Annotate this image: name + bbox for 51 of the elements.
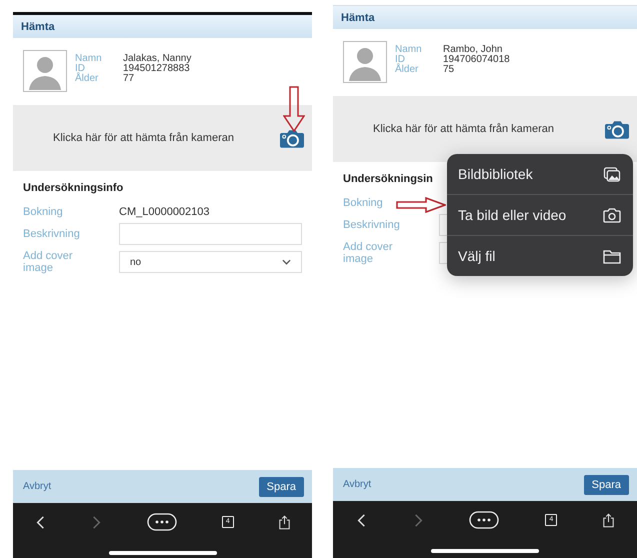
avatar-silhouette-icon xyxy=(23,50,67,92)
cancel-link[interactable]: Avbryt xyxy=(23,481,52,492)
description-field[interactable] xyxy=(119,223,302,245)
form-label: Bokning xyxy=(23,206,64,218)
photos-icon xyxy=(603,166,621,182)
field-label: Namn xyxy=(395,45,423,55)
field-value: 194501278883 xyxy=(123,64,190,74)
camera-prompt: Klicka här för att hämta från kameran xyxy=(53,132,234,144)
form-label: Beskrivning xyxy=(343,219,401,231)
section-title: Undersökningsin xyxy=(342,172,433,185)
field-value: 77 xyxy=(123,74,136,84)
field-value: 194706074018 xyxy=(443,55,510,65)
camera-panel[interactable]: Klicka här för att hämta från kameran xyxy=(333,96,637,162)
form-label: Bokning xyxy=(343,197,384,209)
annotation-arrow xyxy=(283,86,305,132)
field-value: Rambo, John xyxy=(443,45,504,55)
camera-icon xyxy=(603,208,621,222)
form-label: Add cover image xyxy=(23,250,74,274)
field-label: Ålder xyxy=(395,65,420,75)
share-icon[interactable] xyxy=(603,512,614,528)
form-label: Beskrivning xyxy=(23,228,81,240)
camera-icon[interactable] xyxy=(605,120,629,138)
annotation-arrow xyxy=(396,197,446,213)
folder-icon xyxy=(603,248,621,264)
menu-item[interactable]: Välj fil xyxy=(447,235,633,276)
forward-icon[interactable] xyxy=(412,512,424,528)
avatar-silhouette-icon xyxy=(343,41,387,83)
cancel-link[interactable]: Avbryt xyxy=(343,479,372,490)
save-button[interactable]: Spara xyxy=(584,474,629,494)
field-value: 75 xyxy=(443,65,456,75)
section-title: Undersökningsinfo xyxy=(22,181,124,194)
save-button[interactable]: Spara xyxy=(258,476,304,496)
share-icon[interactable] xyxy=(278,514,290,530)
camera-icon[interactable] xyxy=(280,128,304,148)
field-label: Ålder xyxy=(75,74,100,84)
more-icon[interactable] xyxy=(146,513,177,531)
menu-item[interactable]: Ta bild eller video xyxy=(447,194,633,235)
camera-prompt: Klicka här för att hämta från kameran xyxy=(373,123,554,135)
field-value: Jalakas, Nanny xyxy=(123,54,192,64)
booking-value: CM_L0000002103 xyxy=(119,206,211,218)
cover-image-dropdown[interactable]: no xyxy=(119,251,302,273)
forward-icon[interactable] xyxy=(91,514,102,530)
page-title: Hämta xyxy=(341,12,375,24)
form-label: Add cover image xyxy=(343,241,394,265)
more-icon[interactable] xyxy=(469,511,500,529)
camera-panel[interactable]: Klicka här för att hämta från kameran xyxy=(13,105,312,171)
back-icon[interactable] xyxy=(356,512,367,528)
back-icon[interactable] xyxy=(35,514,46,530)
chevron-down-icon xyxy=(282,259,291,265)
field-label: Namn xyxy=(75,54,103,64)
page-title: Hämta xyxy=(21,20,55,32)
